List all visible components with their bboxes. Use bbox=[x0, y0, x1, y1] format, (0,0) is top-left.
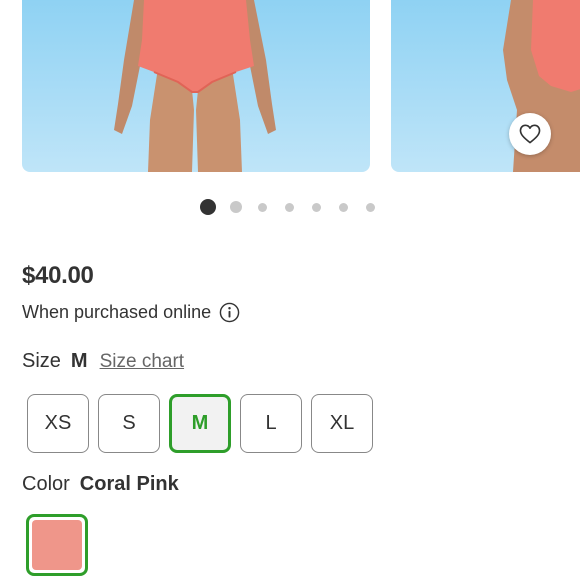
size-chart-link[interactable]: Size chart bbox=[100, 351, 184, 373]
purchase-note-row: When purchased online bbox=[22, 300, 240, 324]
carousel-dot[interactable] bbox=[200, 199, 216, 215]
product-image-front[interactable] bbox=[22, 0, 370, 172]
product-image-back[interactable] bbox=[391, 0, 580, 172]
carousel-dot[interactable] bbox=[339, 203, 348, 212]
size-option-s[interactable]: S bbox=[98, 394, 160, 453]
carousel-dot[interactable] bbox=[312, 203, 321, 212]
product-image-carousel[interactable] bbox=[0, 0, 580, 172]
product-price: $40.00 bbox=[22, 262, 94, 289]
carousel-pagination bbox=[0, 198, 580, 216]
info-icon[interactable] bbox=[219, 302, 240, 323]
size-option-l[interactable]: L bbox=[240, 394, 302, 453]
model-front-illustration bbox=[114, 0, 276, 172]
favorite-button[interactable] bbox=[509, 113, 551, 155]
carousel-dot[interactable] bbox=[230, 201, 242, 213]
color-swatch-coral-pink[interactable] bbox=[26, 514, 88, 576]
carousel-dot[interactable] bbox=[258, 203, 267, 212]
size-header: Size M Size chart bbox=[22, 350, 184, 376]
size-option-xl[interactable]: XL bbox=[311, 394, 373, 453]
color-header: Color Coral Pink bbox=[22, 473, 179, 499]
purchase-note: When purchased online bbox=[22, 301, 212, 322]
carousel-dot[interactable] bbox=[366, 203, 375, 212]
size-option-m[interactable]: M bbox=[169, 394, 231, 453]
selected-color: Coral Pink bbox=[79, 473, 179, 495]
swatch-fill bbox=[32, 520, 82, 570]
size-option-xs[interactable]: XS bbox=[27, 394, 89, 453]
heart-icon bbox=[519, 124, 541, 144]
carousel-dot[interactable] bbox=[285, 203, 294, 212]
selected-size: M bbox=[70, 350, 88, 372]
color-label: Color bbox=[22, 473, 70, 495]
model-side-illustration bbox=[503, 0, 580, 172]
size-label: Size bbox=[22, 350, 61, 372]
